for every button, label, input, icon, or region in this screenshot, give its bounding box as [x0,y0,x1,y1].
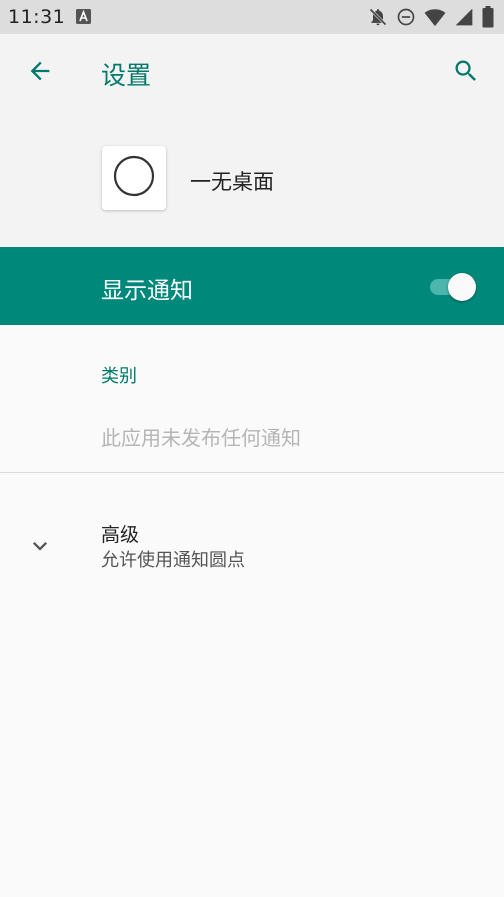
show-notifications-label: 显示通知 [101,278,193,304]
do-not-disturb-icon [396,7,416,27]
switch-thumb [448,273,476,301]
app-header: 一无桌面 [0,112,504,247]
signal-icon [454,7,474,27]
bell-off-icon [368,7,388,27]
app-icon [102,146,166,210]
status-time: 11:31 [8,6,66,28]
advanced-summary: 允许使用通知圆点 [101,550,245,571]
wifi-icon [424,7,446,27]
empty-category-message: 此应用未发布任何通知 [101,426,301,450]
advanced-row[interactable]: 高级 允许使用通知圆点 [0,500,504,590]
search-button[interactable] [446,53,486,93]
advanced-title: 高级 [101,524,140,546]
page-title: 设置 [101,61,152,90]
show-notifications-switch[interactable] [428,273,478,301]
arrow-back-icon [26,57,54,89]
circle-app-icon [112,154,156,202]
show-notifications-bar[interactable]: 显示通知 [0,247,504,325]
app-name: 一无桌面 [190,170,274,194]
battery-icon [482,6,494,28]
app-bar: 设置 [0,34,504,112]
search-icon [452,57,480,89]
category-header: 类别 [101,366,137,387]
a-notification-icon [76,9,91,24]
divider [0,472,504,473]
chevron-down-icon [26,532,54,560]
status-icons [368,6,494,28]
status-bar: 11:31 [0,0,504,34]
back-button[interactable] [20,53,60,93]
